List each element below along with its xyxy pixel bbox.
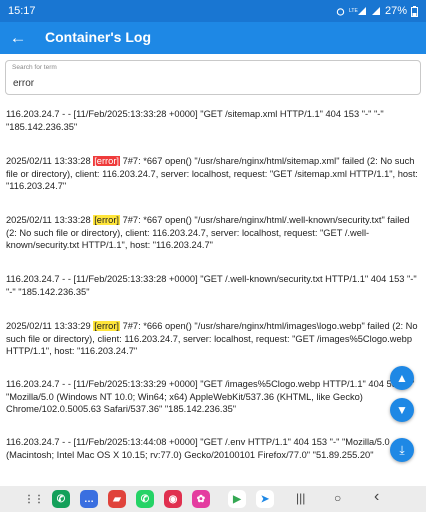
scroll-to-bottom-button[interactable]: ⤓ (390, 438, 414, 462)
flower-app-icon[interactable]: ✿ (192, 490, 210, 508)
log-entry: 116.203.24.7 - - [11/Feb/2025:13:33:28 +… (6, 109, 387, 132)
camera-icon[interactable]: ◉ (164, 490, 182, 508)
navigation-bar: ⋮⋮ ✆ … ▰ ✆ ◉ ✿ ▶ ➤ ||| ○ ‹ (0, 486, 426, 512)
lte-signal-icon: LTE (349, 7, 366, 15)
send-app-icon[interactable]: ➤ (256, 490, 274, 508)
search-input[interactable] (11, 73, 415, 93)
scroll-up-button[interactable]: ▲ (390, 366, 414, 390)
whatsapp-icon[interactable]: ✆ (136, 490, 154, 508)
search-match: [error] (93, 321, 120, 331)
log-entry: 2025/02/11 13:33:28 [error] 7#7: *667 op… (6, 215, 413, 251)
battery-icon (411, 5, 418, 17)
search-match-active: [error] (93, 156, 120, 166)
system-back-icon[interactable]: ‹ (374, 488, 379, 506)
app-drawer-icon[interactable]: ⋮⋮ (24, 490, 44, 508)
svg-text:LTE: LTE (349, 8, 358, 14)
status-time: 15:17 (8, 5, 36, 17)
log-entry: 2025/02/11 13:33:28 [error] 7#7: *667 op… (6, 156, 421, 192)
notes-icon[interactable]: ▰ (108, 490, 126, 508)
log-entry: 116.203.24.7 - - [11/Feb/2025:13:33:29 +… (6, 379, 417, 415)
recents-icon[interactable]: ||| (296, 491, 305, 505)
search-match: [error] (93, 215, 120, 225)
chevron-down-icon: ▼ (396, 403, 408, 417)
alarm-icon (336, 7, 345, 16)
status-bar: 15:17 LTE 27% (0, 0, 426, 22)
log-entry: 116.203.24.7 - - [11/Feb/2025:13:44:08 +… (6, 437, 393, 460)
chevron-up-icon: ▲ (396, 371, 408, 385)
search-field[interactable]: Search for term (5, 60, 421, 95)
status-icons: LTE 27% (336, 5, 418, 17)
play-store-icon[interactable]: ▶ (228, 490, 246, 508)
arrow-down-icon: ⤓ (399, 442, 405, 457)
log-entry: 2025/02/11 13:33:29 [error] 7#7: *666 op… (6, 321, 421, 357)
phone-icon[interactable]: ✆ (52, 490, 70, 508)
battery-percent: 27% (384, 5, 407, 17)
log-entry: 116.203.24.7 - - [11/Feb/2025:13:33:28 +… (6, 274, 420, 297)
back-arrow-icon[interactable]: ← (8, 28, 28, 48)
signal-icon (371, 7, 380, 15)
scroll-down-button[interactable]: ▼ (390, 398, 414, 422)
home-icon[interactable]: ○ (334, 491, 341, 505)
messages-icon[interactable]: … (80, 490, 98, 508)
search-field-label: Search for term (12, 64, 57, 71)
page-title: Container's Log (45, 29, 151, 45)
app-bar: ← Container's Log (0, 22, 426, 54)
